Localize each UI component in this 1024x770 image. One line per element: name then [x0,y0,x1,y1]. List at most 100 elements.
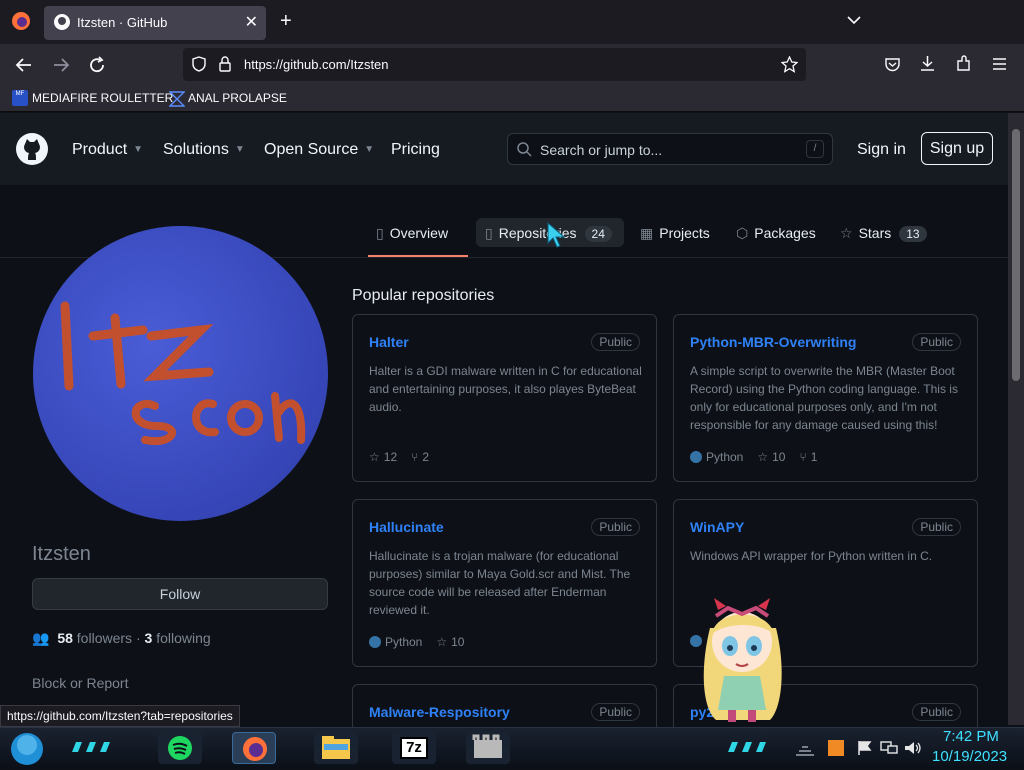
block-report-link[interactable]: Block or Report [32,675,128,691]
language: Python [369,635,422,649]
tab-github[interactable]: Itzsten · GitHub ✕ [44,6,266,40]
repo-card: Hallucinate Public Hallucinate is a troj… [352,499,657,667]
sign-up-button[interactable]: Sign up [921,132,993,165]
taskbar-ornament-icon [72,742,110,752]
visibility-badge: Public [912,518,961,536]
repo-name-link[interactable]: WinAPY [690,519,744,535]
tray-app-icon[interactable] [827,739,845,757]
mouse-cursor-icon [547,221,566,248]
hamburger-menu-icon[interactable] [991,56,1008,72]
taskbar-ornament-icon [728,742,766,752]
repo-meta: Python ☆ 10 ⑂ 1 [690,450,817,464]
sign-in-link[interactable]: Sign in [857,141,906,159]
table-icon: ▦ [640,225,654,241]
tab-projects[interactable]: ▦ Projects [640,225,710,242]
firefox-menu-icon[interactable] [11,11,31,31]
repo-name-link[interactable]: Hallucinate [369,519,444,535]
lock-icon[interactable] [218,56,232,72]
repo-name-link[interactable]: Malware-Respository [369,704,510,720]
url-text: https://github.com/Itzsten [244,57,389,72]
chevron-down-icon: ▼ [133,144,144,155]
stars-link[interactable]: ☆ 12 [369,450,397,464]
forks-link[interactable]: ⑂ 1 [799,450,817,464]
clock-time[interactable]: 7:42 PM [943,728,999,745]
stars-link[interactable]: ☆ 10 [436,635,464,649]
star-icon: ☆ [436,635,448,649]
network-icon[interactable] [880,740,898,756]
address-bar[interactable]: https://github.com/Itzsten [183,48,806,81]
tab-packages[interactable]: ⬡ Packages [736,225,816,242]
start-orb-icon[interactable] [8,730,46,768]
reload-icon[interactable] [88,56,106,74]
chevron-down-icon: ▼ [364,144,375,155]
fork-icon: ⑂ [411,450,419,464]
page-scrollbar[interactable] [1008,113,1024,725]
forward-icon[interactable] [52,56,70,74]
repo-name-link[interactable]: Halter [369,334,409,350]
follow-button[interactable]: Follow [32,578,328,610]
action-center-flag-icon[interactable] [857,740,873,756]
chevron-down-icon: ▼ [234,144,245,155]
tab-overview[interactable]: ▯ Overview [376,225,448,242]
repo-name-link[interactable]: Python-MBR-Overwriting [690,334,856,350]
nav-pricing[interactable]: Pricing [391,141,440,159]
avatar[interactable] [33,226,328,521]
stars-link[interactable]: ☆ 10 [757,450,785,464]
nav-solutions[interactable]: Solutions ▼ [163,141,245,159]
taskbar-explorer-button[interactable] [314,732,358,764]
volume-icon[interactable] [904,740,922,756]
taskbar-app-button[interactable] [466,732,510,764]
windows-taskbar: 7z 7:42 PM 10/19/2023 [0,727,1024,768]
shield-icon[interactable] [191,56,207,72]
star-icon: ☆ [757,450,769,464]
people-icon: 👥 [32,630,50,646]
package-icon: ⬡ [736,225,749,241]
download-icon[interactable] [919,55,936,73]
search-placeholder: Search or jump to... [540,142,663,158]
taskbar-7zip-button[interactable]: 7z [392,732,436,764]
nav-open-source[interactable]: Open Source ▼ [264,141,374,159]
stars-count: 13 [899,226,927,242]
scrollbar-thumb[interactable] [1012,129,1020,381]
language-color-dot [369,636,381,648]
github-logo-icon[interactable] [16,133,48,165]
followers-link[interactable]: 58 followers [57,630,132,646]
visibility-badge: Public [912,703,961,721]
star-icon: ☆ [369,450,380,464]
repositories-count: 24 [584,226,612,242]
repo-description: A simple script to overwrite the MBR (Ma… [690,364,958,432]
browser-tab-bar: Itzsten · GitHub ✕ + [0,0,1024,44]
close-tab-icon[interactable]: ✕ [245,12,258,32]
extensions-icon[interactable] [955,55,972,73]
show-hidden-icons-icon[interactable] [796,742,814,756]
back-icon[interactable] [15,56,33,74]
repo-description: Halter is a GDI malware written in C for… [369,364,642,414]
repo-description: Hallucinate is a trojan malware (for edu… [369,549,631,617]
search-input[interactable]: Search or jump to... / [507,133,833,165]
taskbar-firefox-button[interactable] [232,732,276,764]
clock-date[interactable]: 10/19/2023 [932,748,1007,765]
visibility-badge: Public [591,703,640,721]
forks-link[interactable]: ⑂ 2 [411,450,429,464]
bookmarks-bar: MF MEDIAFIRE ROULETTER ANAL PROLAPSE [0,86,1024,112]
language-color-dot [690,451,702,463]
bookmark-star-icon[interactable] [781,56,798,73]
following-link[interactable]: 3 following [145,630,211,646]
github-favicon-icon [54,14,70,30]
repo-icon: ▯ [485,225,493,241]
taskbar-spotify-button[interactable] [158,732,202,764]
new-tab-icon[interactable]: + [280,10,292,33]
chevron-down-icon[interactable] [846,12,862,28]
browser-nav-bar: https://github.com/Itzsten [0,44,1024,86]
language: Python [690,450,743,464]
nav-product[interactable]: Product ▼ [72,141,143,159]
star-icon: ☆ [840,225,853,241]
tab-title: Itzsten · GitHub [77,15,168,30]
bookmark-mediafire[interactable]: MEDIAFIRE ROULETTER [32,91,173,105]
bookmark-second[interactable]: ANAL PROLAPSE [188,91,287,105]
pocket-icon[interactable] [884,56,901,73]
tab-stars[interactable]: ☆ Stars 13 [840,225,927,242]
github-header: Product ▼ Solutions ▼ Open Source ▼ Pricing… [0,113,1008,185]
profile-username: Itzsten [32,543,91,565]
visibility-badge: Public [591,333,640,351]
